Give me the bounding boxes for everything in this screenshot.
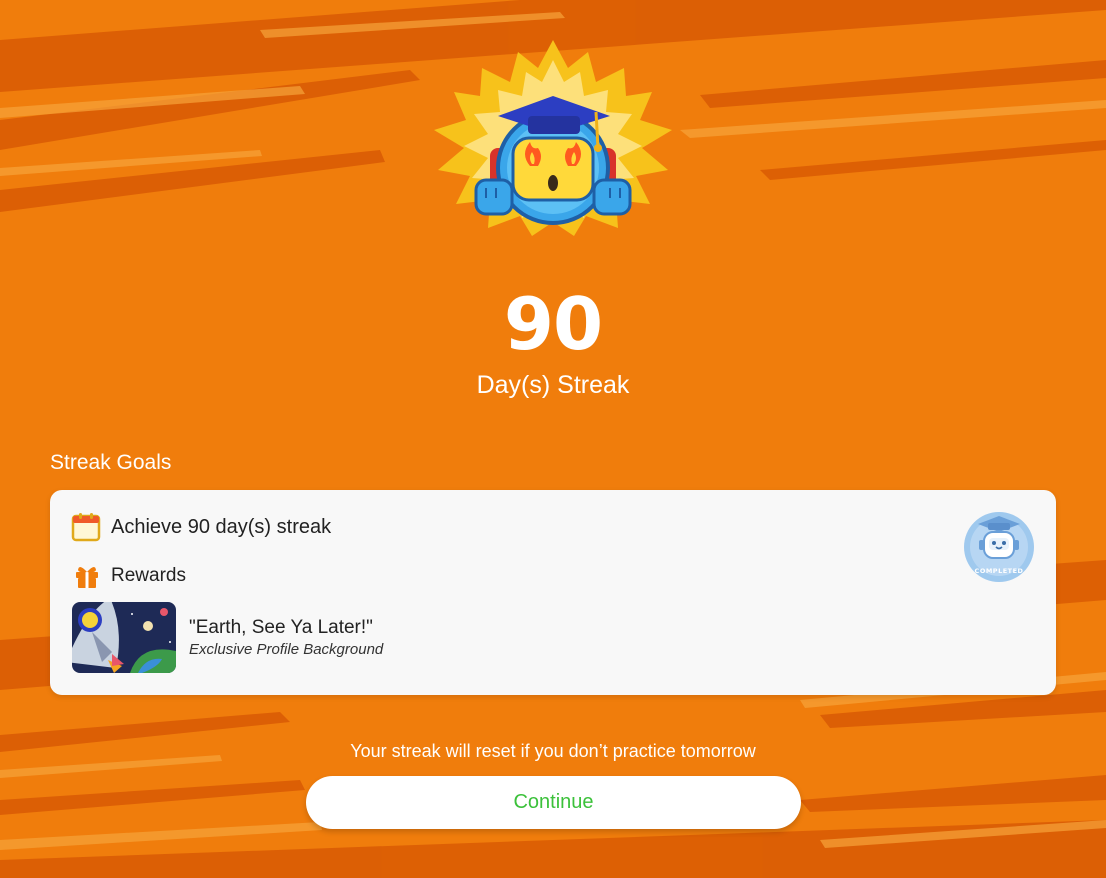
streak-screen: 90 Day(s) Streak Streak Goals Achieve 90…	[0, 0, 1106, 878]
goal-row: Achieve 90 day(s) streak	[71, 512, 331, 542]
continue-button[interactable]: Continue	[306, 776, 801, 829]
streak-goals-title: Streak Goals	[50, 451, 172, 474]
streak-reset-warning: Your streak will reset if you don’t prac…	[350, 741, 756, 761]
streak-count: 90	[503, 282, 603, 366]
reward-info: "Earth, See Ya Later!" Exclusive Profile…	[189, 616, 383, 660]
rewards-label: Rewards	[111, 565, 186, 586]
streak-goal-card: Achieve 90 day(s) streak Rewards "Earth,…	[50, 490, 1056, 695]
reward-item: "Earth, See Ya Later!" Exclusive Profile…	[72, 602, 383, 673]
gift-icon	[76, 566, 98, 588]
graduate-robot-flame-icon	[434, 40, 672, 236]
reward-name: "Earth, See Ya Later!"	[189, 616, 373, 638]
goal-text: Achieve 90 day(s) streak	[111, 515, 332, 538]
rocket-space-thumbnail	[72, 602, 176, 673]
reward-type: Exclusive Profile Background	[189, 640, 384, 658]
completed-robot-badge-icon: COMPLETED	[964, 512, 1034, 582]
completed-badge-text: COMPLETED	[975, 567, 1024, 575]
calendar-icon	[71, 513, 101, 542]
streak-unit-label: Day(s) Streak	[476, 371, 630, 399]
rewards-row: Rewards	[74, 563, 186, 589]
